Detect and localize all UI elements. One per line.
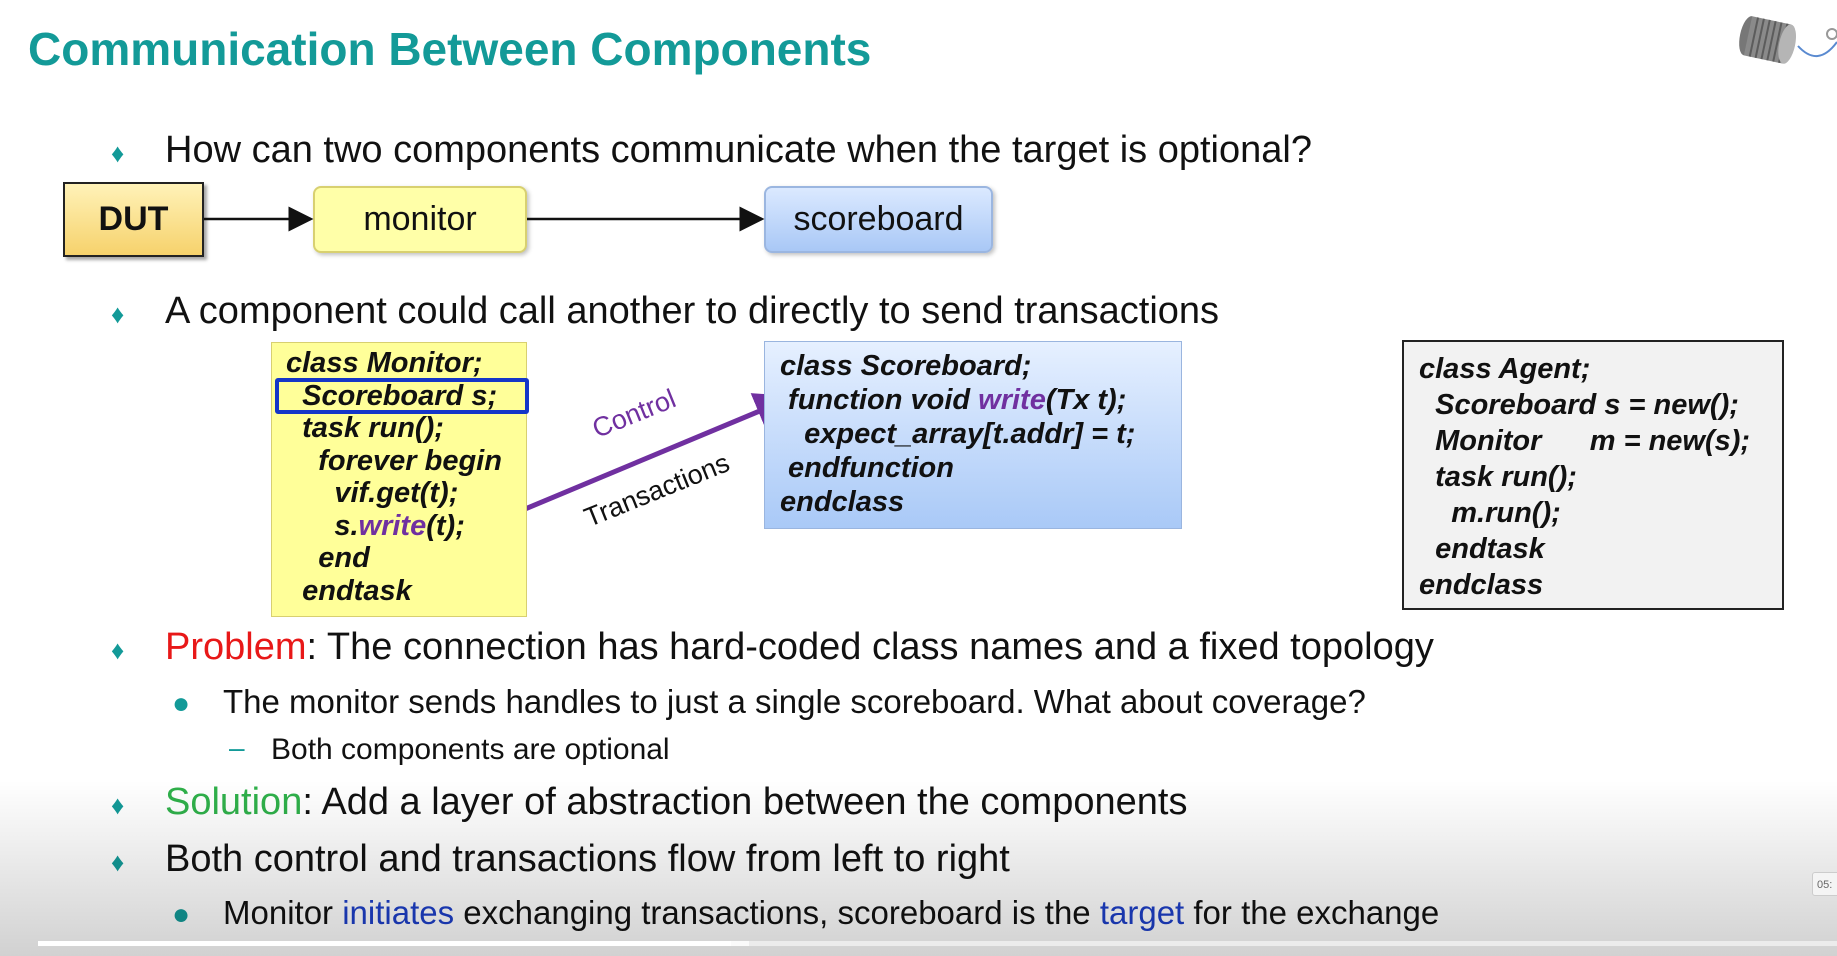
bullet-solution: Solution: Add a layer of abstraction bet… [165,781,1187,824]
diamond-bullet-icon: ♦ [111,299,125,329]
code-line: Scoreboard s = new(); [1419,389,1739,421]
code-line: expect_array[t.addr] = t; [780,418,1136,450]
code-line: class Agent; [1419,353,1591,385]
dot-bullet-icon: ● [172,687,191,720]
code-line: class Monitor; [286,347,483,379]
problem-text: : The connection has hard-coded class na… [306,626,1434,668]
target-highlight: target [1099,894,1185,931]
agent-code-box: class Agent; Scoreboard s = new(); Monit… [1402,340,1784,610]
diamond-bullet-icon: ♦ [111,790,125,820]
problem-sub-bullet: The monitor sends handles to just a sing… [223,683,1366,720]
code-fragment: (Tx t); [1045,384,1127,416]
code-line: endfunction [780,452,954,484]
code-line: endtask [286,574,412,607]
code-line: task run(); [286,412,444,444]
code-line: m.run(); [1419,497,1561,529]
code-line: class Scoreboard; [780,350,1032,382]
code-line: vif.get(t); [286,477,459,509]
code-line: endtask [1419,533,1545,565]
dot-bullet-icon: ● [172,898,191,931]
code-line: end [286,542,370,574]
code-line: Monitor m = new(s); [1419,425,1751,457]
time-tooltip: 05: [1812,872,1837,896]
scoreboard-handle-highlight-box [275,378,529,414]
text-fragment: exchanging transactions, scoreboard is t… [454,894,1100,931]
write-highlight: write [978,384,1046,416]
problem-keyword: Problem [165,626,307,668]
initiates-highlight: initiates [342,894,455,931]
bullet-flow: Both control and transactions flow from … [165,838,1010,880]
solution-text: : Add a layer of abstraction between the… [302,781,1188,823]
code-line: task run(); [1419,461,1577,493]
code-line: s.write(t); [286,510,526,543]
scoreboard-code-box: class Scoreboard; function void write(Tx… [764,341,1182,529]
code-line: forever begin [286,444,502,477]
bullet-direct-call: A component could call another to direct… [165,290,1220,332]
dash-bullet-icon: – [229,732,245,763]
video-progress-bar[interactable] [38,941,1837,946]
bullet-problem: Problem: The connection has hard-coded c… [165,626,1434,669]
text-fragment: Monitor [223,894,343,931]
code-line: endclass [1419,569,1544,601]
text-fragment: for the exchange [1184,894,1440,931]
write-highlight: write [358,509,427,542]
problem-sub-sub-bullet: Both components are optional [271,733,670,766]
code-fragment: s. [286,509,359,542]
flow-sub-bullet: Monitor initiates exchanging transaction… [223,894,1439,932]
code-fragment: function void [780,384,979,416]
diamond-bullet-icon: ♦ [111,635,125,665]
code-line: endclass [780,486,905,518]
solution-keyword: Solution [165,781,303,823]
code-fragment: (t); [426,509,465,542]
progress-played [38,941,731,946]
diamond-bullet-icon: ♦ [111,847,125,877]
code-line: function void write(Tx t); [780,383,1181,417]
